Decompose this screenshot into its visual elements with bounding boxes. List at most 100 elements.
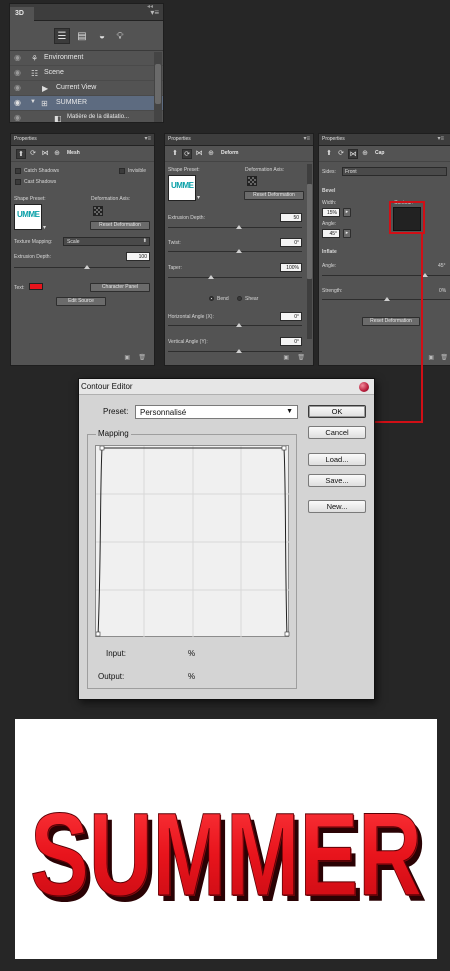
materials-filter-icon[interactable]: ◒	[94, 28, 110, 44]
render-icon[interactable]: ▣	[428, 354, 434, 361]
catch-shadows-checkbox[interactable]	[15, 168, 21, 174]
save-button[interactable]: Save...	[308, 474, 366, 487]
close-icon[interactable]	[359, 382, 369, 392]
preset-dropdown-arrow-icon[interactable]: ▾	[43, 224, 46, 231]
tab-properties[interactable]: Properties	[322, 136, 345, 142]
curve-point[interactable]	[99, 446, 105, 451]
mesh-tab-icon[interactable]: ⬆	[170, 149, 180, 159]
coordinates-tab-icon[interactable]: ⊕	[206, 149, 216, 159]
visibility-eye-icon[interactable]: ◉	[14, 84, 23, 92]
taper-field[interactable]: 100%	[280, 263, 302, 272]
texture-mapping-select[interactable]: Scale ⬍	[63, 237, 150, 246]
extrusion-depth-slider[interactable]	[14, 265, 150, 269]
panel-scrollbar[interactable]	[307, 164, 312, 339]
slider-knob[interactable]	[236, 349, 242, 353]
scene-row-summer[interactable]: ◉ ▼ ⊞ SUMMER	[10, 96, 163, 111]
deform-tab-icon[interactable]: ⟳	[336, 149, 346, 159]
deform-tab-icon[interactable]: ⟳	[28, 149, 38, 159]
shear-radio[interactable]	[237, 296, 242, 301]
slider-knob[interactable]	[208, 275, 214, 279]
scene-row-material[interactable]: ◉ ◧ Matière de la dilatatio...	[10, 111, 163, 126]
angle-field[interactable]: 45°	[322, 229, 340, 238]
extrusion-depth-field[interactable]: 50	[280, 213, 302, 222]
cap-tab-icon[interactable]: ⋈	[348, 149, 358, 159]
shape-preset-thumbnail[interactable]: UMME	[14, 204, 42, 230]
slider-knob[interactable]	[236, 249, 242, 253]
sides-select[interactable]: Front	[342, 167, 447, 176]
render-icon[interactable]: ▣	[283, 354, 289, 361]
character-panel-button[interactable]: Character Panel	[90, 283, 150, 292]
slider-knob[interactable]	[236, 323, 242, 327]
mesh-tab-icon[interactable]: ⬆	[16, 149, 26, 159]
tab-properties[interactable]: Properties	[14, 136, 37, 142]
twist-slider[interactable]	[168, 249, 302, 253]
curve-point[interactable]	[284, 631, 290, 637]
preset-dropdown-arrow-icon[interactable]: ▾	[197, 194, 200, 201]
trash-icon[interactable]: 🗑︎	[138, 354, 146, 361]
contour-curve-graph[interactable]	[95, 445, 290, 638]
preset-select[interactable]: Personnalisé ▼	[135, 405, 298, 419]
twist-field[interactable]: 0°	[280, 238, 302, 247]
render-icon[interactable]: ▣	[124, 354, 130, 361]
deform-tab-icon[interactable]: ⟳	[182, 149, 192, 159]
cancel-button[interactable]: Cancel	[308, 426, 366, 439]
trash-icon[interactable]: 🗑︎	[440, 354, 448, 361]
visibility-eye-icon[interactable]: ◉	[14, 99, 23, 107]
width-field[interactable]: 15%	[322, 208, 340, 217]
extrusion-depth-slider[interactable]	[168, 225, 302, 229]
horizontal-angle-field[interactable]: 0°	[280, 312, 302, 321]
inflate-angle-value[interactable]: 45°	[438, 263, 446, 269]
coordinates-tab-icon[interactable]: ⊕	[360, 149, 370, 159]
slider-knob[interactable]	[236, 225, 242, 229]
inflate-angle-slider[interactable]	[322, 273, 450, 277]
width-stepper-icon[interactable]: ▸	[343, 208, 351, 217]
cast-shadows-checkbox[interactable]	[15, 179, 21, 185]
dialog-titlebar[interactable]: Contour Editor	[79, 379, 374, 395]
scene-row-current-view[interactable]: ◉ ▶ Current View	[10, 81, 163, 96]
ok-button[interactable]: OK	[308, 405, 366, 418]
tab-3d[interactable]: 3D	[10, 7, 34, 21]
taper-slider[interactable]	[168, 275, 302, 279]
scene-row-scene[interactable]: ◉ ☷ Scene	[10, 66, 163, 81]
trash-icon[interactable]: 🗑︎	[297, 354, 305, 361]
tab-properties[interactable]: Properties	[168, 136, 191, 142]
3d-panel-scrollbar[interactable]	[154, 52, 162, 122]
panel-menu-icon[interactable]: ▾≡	[437, 135, 444, 142]
reset-deformation-button[interactable]: Reset Deformation	[244, 191, 304, 200]
angle-stepper-icon[interactable]: ▸	[343, 229, 351, 238]
curve-point[interactable]	[96, 631, 101, 637]
text-color-swatch[interactable]	[29, 283, 43, 290]
visibility-eye-icon[interactable]: ◉	[14, 114, 23, 122]
cap-tab-icon[interactable]: ⋈	[194, 149, 204, 159]
reset-deformation-button[interactable]: Reset Deformation	[90, 221, 150, 230]
load-button[interactable]: Load...	[308, 453, 366, 466]
deformation-axis-widget[interactable]	[247, 176, 257, 186]
visibility-eye-icon[interactable]: ◉	[14, 54, 23, 62]
coordinates-tab-icon[interactable]: ⊕	[52, 149, 62, 159]
strength-slider[interactable]	[322, 297, 450, 301]
cap-tab-icon[interactable]: ⋈	[40, 149, 50, 159]
panel-menu-icon[interactable]: ▾≡	[303, 135, 310, 142]
vertical-angle-slider[interactable]	[168, 349, 302, 353]
whole-scene-filter-icon[interactable]: ☰	[54, 28, 70, 44]
reset-deformation-button[interactable]: Reset Deformation	[362, 317, 420, 326]
vertical-angle-field[interactable]: 0°	[280, 337, 302, 346]
strength-value[interactable]: 0%	[439, 288, 446, 294]
meshes-filter-icon[interactable]: ▤	[74, 28, 90, 44]
panel-menu-icon[interactable]: ▾≡	[150, 8, 159, 17]
invisible-checkbox[interactable]	[119, 168, 125, 174]
curve-point[interactable]	[281, 446, 287, 451]
new-button[interactable]: New...	[308, 500, 366, 513]
mesh-tab-icon[interactable]: ⬆	[324, 149, 334, 159]
visibility-eye-icon[interactable]: ◉	[14, 69, 23, 77]
lights-filter-icon[interactable]: 💡︎	[112, 28, 128, 44]
deformation-axis-widget[interactable]	[93, 206, 103, 216]
bend-radio[interactable]	[209, 296, 214, 301]
shape-preset-thumbnail[interactable]: UMME	[168, 175, 196, 201]
extrusion-depth-field[interactable]: 100	[126, 252, 150, 261]
edit-source-button[interactable]: Edit Source	[56, 297, 106, 306]
panel-menu-icon[interactable]: ▾≡	[144, 135, 151, 142]
scene-row-environment[interactable]: ◉ ⚘ Environment	[10, 51, 163, 66]
slider-knob[interactable]	[384, 297, 390, 301]
horizontal-angle-slider[interactable]	[168, 323, 302, 327]
